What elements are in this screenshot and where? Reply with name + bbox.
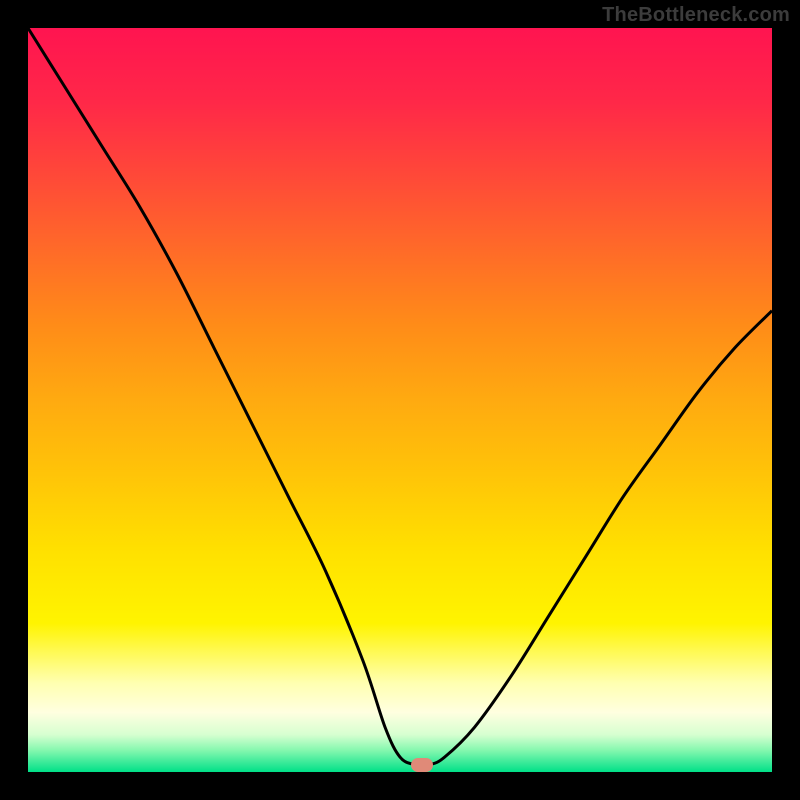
watermark-text: TheBottleneck.com bbox=[602, 4, 790, 27]
bottleneck-curve bbox=[28, 28, 772, 772]
chart-frame: TheBottleneck.com bbox=[0, 0, 800, 800]
optimal-point-marker bbox=[411, 758, 433, 772]
chart-plot-area bbox=[28, 28, 772, 772]
curve-path bbox=[28, 28, 772, 766]
